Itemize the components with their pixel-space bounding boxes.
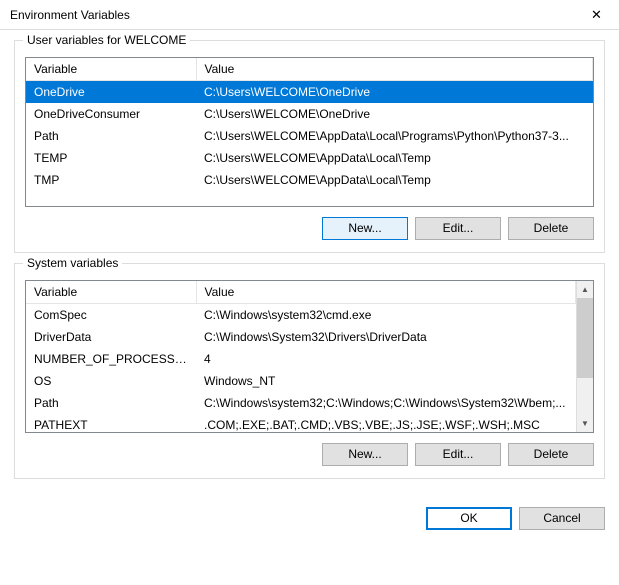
cell-value: .COM;.EXE;.BAT;.CMD;.VBS;.VBE;.JS;.JSE;.… [196,414,576,433]
cell-value: C:\Users\WELCOME\AppData\Local\Temp [196,169,593,191]
cell-value: C:\Users\WELCOME\AppData\Local\Temp [196,147,593,169]
delete-button[interactable]: Delete [508,443,594,466]
scroll-down-icon[interactable]: ▼ [577,415,593,432]
dialog-content: User variables for WELCOME Variable Valu… [0,30,619,503]
scroll-thumb[interactable] [577,298,593,378]
cell-variable: ComSpec [26,304,196,327]
cell-value: C:\Users\WELCOME\OneDrive [196,103,593,125]
cell-variable: NUMBER_OF_PROCESSORS [26,348,196,370]
table-row[interactable]: PATHEXT .COM;.EXE;.BAT;.CMD;.VBS;.VBE;.J… [26,414,576,433]
header-variable[interactable]: Variable [26,58,196,81]
table-row[interactable]: OS Windows_NT [26,370,576,392]
system-buttons: New... Edit... Delete [25,443,594,466]
cell-variable: TEMP [26,147,196,169]
user-variables-table[interactable]: Variable Value OneDrive C:\Users\WELCOME… [25,57,594,207]
table-row[interactable]: OneDriveConsumer C:\Users\WELCOME\OneDri… [26,103,593,125]
cell-value: C:\Windows\system32;C:\Windows;C:\Window… [196,392,576,414]
system-group-label: System variables [23,256,122,270]
delete-button[interactable]: Delete [508,217,594,240]
cell-value: C:\Users\WELCOME\AppData\Local\Programs\… [196,125,593,147]
dialog-footer: OK Cancel [0,503,619,544]
system-variables-table[interactable]: Variable Value ComSpec C:\Windows\system… [25,280,594,433]
titlebar: Environment Variables ✕ [0,0,619,30]
cell-value: Windows_NT [196,370,576,392]
cell-variable: DriverData [26,326,196,348]
cell-value: C:\Windows\System32\Drivers\DriverData [196,326,576,348]
table-row[interactable]: Path C:\Users\WELCOME\AppData\Local\Prog… [26,125,593,147]
system-variables-group: System variables Variable Value ComSpec … [14,263,605,479]
close-button[interactable]: ✕ [574,0,619,30]
header-variable[interactable]: Variable [26,281,196,304]
scroll-track[interactable] [577,378,593,415]
scroll-up-icon[interactable]: ▲ [577,281,593,298]
new-button[interactable]: New... [322,443,408,466]
cell-value: 4 [196,348,576,370]
table-row[interactable]: ComSpec C:\Windows\system32\cmd.exe [26,304,576,327]
edit-button[interactable]: Edit... [415,443,501,466]
scrollbar[interactable]: ▲ ▼ [576,281,593,432]
new-button[interactable]: New... [322,217,408,240]
table-header-row[interactable]: Variable Value [26,58,593,81]
window-title: Environment Variables [10,8,130,22]
cell-variable: Path [26,392,196,414]
table-row[interactable]: Path C:\Windows\system32;C:\Windows;C:\W… [26,392,576,414]
table-row[interactable]: DriverData C:\Windows\System32\Drivers\D… [26,326,576,348]
cell-variable: Path [26,125,196,147]
cell-value: C:\Windows\system32\cmd.exe [196,304,576,327]
close-icon: ✕ [591,7,602,23]
edit-button[interactable]: Edit... [415,217,501,240]
cell-variable: OS [26,370,196,392]
table-row[interactable]: TMP C:\Users\WELCOME\AppData\Local\Temp [26,169,593,191]
user-buttons: New... Edit... Delete [25,217,594,240]
cell-variable: PATHEXT [26,414,196,433]
cancel-button[interactable]: Cancel [519,507,605,530]
cell-variable: OneDriveConsumer [26,103,196,125]
header-value[interactable]: Value [196,281,576,304]
table-row[interactable]: NUMBER_OF_PROCESSORS 4 [26,348,576,370]
user-variables-group: User variables for WELCOME Variable Valu… [14,40,605,253]
table-row[interactable]: OneDrive C:\Users\WELCOME\OneDrive [26,81,593,104]
cell-variable: OneDrive [26,81,196,104]
table-row[interactable]: TEMP C:\Users\WELCOME\AppData\Local\Temp [26,147,593,169]
table-header-row[interactable]: Variable Value [26,281,576,304]
user-group-label: User variables for WELCOME [23,33,190,47]
cell-variable: TMP [26,169,196,191]
cell-value: C:\Users\WELCOME\OneDrive [196,81,593,104]
header-value[interactable]: Value [196,58,593,81]
ok-button[interactable]: OK [426,507,512,530]
